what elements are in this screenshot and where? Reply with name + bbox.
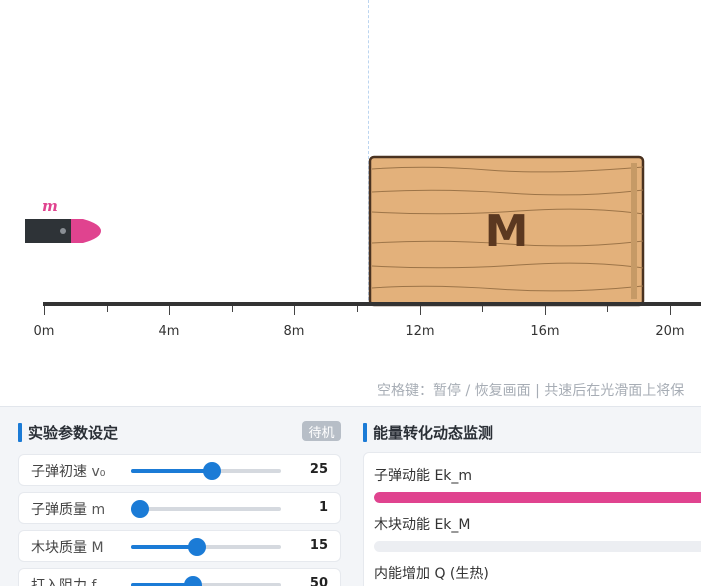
ruler-tick-label: 8m [283, 324, 305, 339]
status-badge: 待机 [302, 421, 341, 441]
bullet-mass-label: m [42, 197, 58, 215]
ruler-tick-label: 12m [405, 324, 435, 339]
param-row: 子弹质量 m 1 [18, 492, 341, 524]
param-value: 1 [318, 500, 328, 515]
ruler-tick-label: 0m [33, 324, 55, 339]
block-mass-label: M [484, 205, 529, 257]
param-row: 木块质量 M 15 [18, 530, 341, 562]
ruler-minor-tick [107, 306, 108, 312]
ruler-major-tick [294, 306, 295, 315]
monitor-panel-title: 能量转化动态监测 [363, 422, 493, 443]
energy-bar [374, 541, 701, 552]
ruler-tick-label: 16m [530, 324, 560, 339]
param-label: 打入阻力 f [31, 578, 97, 586]
energy-monitor: 子弹动能 Ek_m 木块动能 Ek_M 内能增加 Q (生热) [363, 452, 701, 586]
slider-thumb[interactable] [203, 462, 221, 480]
param-label: 木块质量 M [31, 540, 104, 556]
ruler-major-tick [169, 306, 170, 315]
param-value: 25 [309, 462, 328, 477]
param-slider[interactable] [131, 538, 281, 556]
param-label: 子弹初速 v₀ [31, 464, 106, 480]
energy-label: 内能增加 Q (生热) [374, 566, 489, 582]
energy-bar [374, 492, 701, 503]
ruler-tick-label: 4m [158, 324, 180, 339]
param-label: 子弹质量 m [31, 502, 106, 518]
keyboard-hint: 空格键：暂停 / 恢复画面 | 共速后在光滑面上将保 [377, 383, 685, 399]
bullet [25, 218, 101, 244]
param-row: 子弹初速 v₀ 25 [18, 454, 341, 486]
ruler-major-tick [44, 306, 45, 315]
param-slider[interactable] [131, 462, 281, 480]
ruler-major-tick [545, 306, 546, 315]
energy-label: 木块动能 Ek_M [374, 517, 471, 533]
slider-thumb[interactable] [131, 500, 149, 518]
simulation-stage: m M 0m 4m 8m 12m 16m 20m 空格键：暂停 / 恢复画面 | 共速后在… [0, 0, 701, 406]
ruler-minor-tick [232, 306, 233, 312]
wooden-block: M [368, 155, 645, 307]
bottom-panels: 实验参数设定 待机 子弹初速 v₀ 25 子弹质量 m 1 木块质量 M 15 打入阻力 f… [0, 406, 701, 586]
ruler-minor-tick [482, 306, 483, 312]
param-slider[interactable] [131, 500, 281, 518]
slider-thumb[interactable] [188, 538, 206, 556]
params-panel-title: 实验参数设定 [18, 422, 118, 443]
param-value: 15 [309, 538, 328, 553]
ruler-major-tick [420, 306, 421, 315]
ground-axis [43, 302, 701, 306]
energy-label: 子弹动能 Ek_m [374, 468, 473, 484]
ruler-minor-tick [357, 306, 358, 312]
ruler-major-tick [670, 306, 671, 315]
ruler-minor-tick [607, 306, 608, 312]
param-row: 打入阻力 f 50 [18, 568, 341, 586]
ruler-tick-label: 20m [655, 324, 685, 339]
